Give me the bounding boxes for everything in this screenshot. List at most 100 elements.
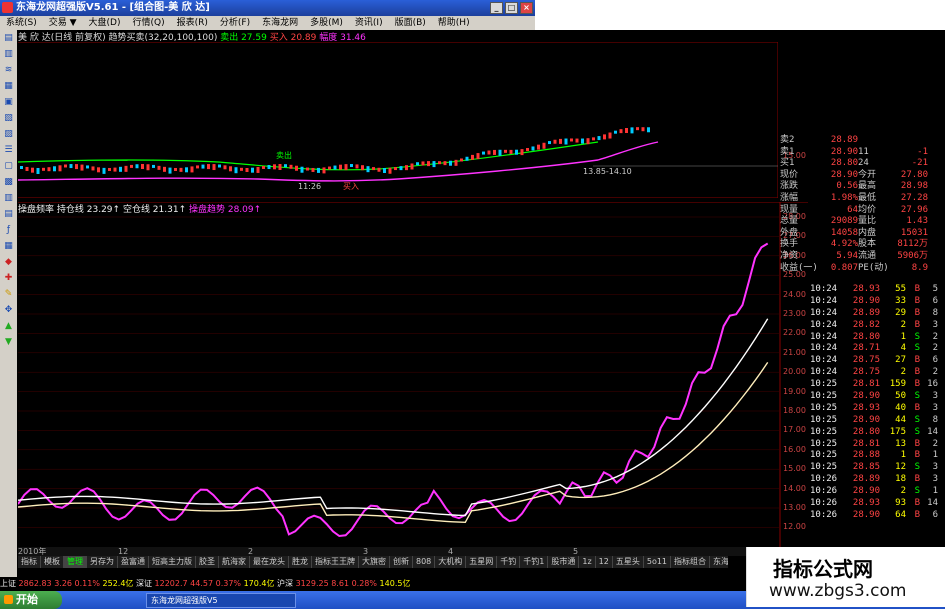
indicator-tab-21[interactable]: 五星头 bbox=[613, 556, 644, 568]
tick-cell: B bbox=[914, 284, 920, 294]
grid-icon[interactable]: ▦ bbox=[3, 80, 15, 92]
menu-item-1[interactable]: 交易 ▼ bbox=[43, 16, 83, 30]
tick-cell: 12 bbox=[895, 462, 906, 473]
indicator-tab-24[interactable]: 东海证券长枣二 bbox=[710, 556, 728, 568]
indicator-tab-9[interactable]: 胜龙 bbox=[289, 556, 312, 568]
hs-index-label: 沪深 bbox=[277, 579, 294, 588]
menu-item-9[interactable]: 版面(B) bbox=[389, 16, 432, 30]
tick-cell: 2 bbox=[932, 438, 938, 449]
indicator-tabs: 指标 模板 管理 另存为 盈富通 短高主力版 胶圣 航海家 最在龙头 胜龙 指标王王牌 大旗密 创新 80… bbox=[18, 556, 728, 568]
menu-item-2[interactable]: 大盘(D) bbox=[83, 16, 127, 30]
indicator-tab-20[interactable]: 12 bbox=[596, 556, 613, 568]
tick-cell: 16 bbox=[927, 379, 938, 390]
indicator-tab-15[interactable]: 五星网 bbox=[466, 556, 498, 568]
formula-icon[interactable]: ƒ bbox=[3, 224, 15, 236]
indicator-tab-2[interactable]: 管理 bbox=[64, 556, 87, 568]
calc-icon[interactable]: ▦ bbox=[3, 240, 15, 252]
maximize-button[interactable]: □ bbox=[505, 2, 518, 14]
price-axis-label: 22.00 bbox=[783, 328, 806, 338]
up-arrow-icon[interactable]: ▲ bbox=[3, 320, 15, 332]
trend-icon[interactable]: ≋ bbox=[3, 64, 15, 76]
list-icon[interactable]: ☰ bbox=[3, 144, 15, 156]
date-axis-label: 5 bbox=[573, 547, 579, 556]
quote-row: 现量 64 均价 27.96 bbox=[780, 205, 945, 217]
tick-cell: 28.89 bbox=[852, 474, 880, 485]
candle bbox=[58, 165, 62, 172]
kline-icon[interactable]: ▥ bbox=[3, 48, 15, 60]
indicator-tab-8[interactable]: 最在龙头 bbox=[250, 556, 289, 568]
menu-item-4[interactable]: 报表(R) bbox=[171, 16, 214, 30]
move-icon[interactable]: ✥ bbox=[3, 304, 15, 316]
indicator-tab-11[interactable]: 大旗密 bbox=[359, 556, 390, 568]
candle bbox=[377, 167, 381, 172]
menu-item-10[interactable]: 帮助(H) bbox=[432, 16, 476, 30]
tick-cell: 2 bbox=[932, 343, 938, 354]
chart-icon[interactable]: ▤ bbox=[3, 32, 15, 44]
menu-item-6[interactable]: 东海龙网 bbox=[256, 16, 304, 30]
app-logo-icon bbox=[2, 2, 13, 13]
tick-cell: 4 bbox=[900, 343, 906, 354]
indicator-tab-7[interactable]: 航海家 bbox=[219, 556, 250, 568]
indicator-tab-3[interactable]: 另存为 bbox=[87, 556, 118, 568]
indicator-tab-19[interactable]: 1z bbox=[579, 556, 596, 568]
menu-item-7[interactable]: 多股(M) bbox=[304, 16, 349, 30]
down-arrow-icon[interactable]: ▼ bbox=[3, 336, 15, 348]
indicator-tab-12[interactable]: 创新 bbox=[390, 556, 413, 568]
indicator-tab-5[interactable]: 短高主力版 bbox=[149, 556, 196, 568]
tick-cell: B bbox=[914, 295, 920, 306]
menu-item-3[interactable]: 行情(Q) bbox=[127, 16, 171, 30]
report-icon[interactable]: ▣ bbox=[3, 96, 15, 108]
tick-cell: S bbox=[914, 414, 920, 425]
tick-row: 10:24 28.89 29 B 8 bbox=[810, 308, 945, 320]
tick-cell: 44 bbox=[895, 414, 906, 425]
menu-item-5[interactable]: 分析(F) bbox=[214, 16, 256, 30]
pen-icon[interactable]: ✎ bbox=[3, 288, 15, 300]
indicator-tab-13[interactable]: 808 bbox=[413, 556, 436, 568]
tick-cell: 27 bbox=[895, 355, 906, 366]
tick-cell: 28.71 bbox=[852, 343, 880, 354]
trend-chart: 卖出 买入 11:26 13.85-14.10 bbox=[18, 42, 778, 198]
quote-cell bbox=[858, 135, 888, 147]
indicator-tab-6[interactable]: 胶圣 bbox=[196, 556, 219, 568]
indicator-tab-22[interactable]: 5o11 bbox=[644, 556, 672, 568]
indicator-tab-0[interactable]: 指标 bbox=[18, 556, 41, 568]
tick-cell: 28.90 bbox=[852, 295, 880, 306]
indicator-chart bbox=[18, 202, 808, 547]
indicator-tab-14[interactable]: 大机构 bbox=[435, 556, 467, 568]
stats-icon[interactable]: ▤ bbox=[3, 208, 15, 220]
minimize-button[interactable]: _ bbox=[490, 2, 503, 14]
indicator-tab-16[interactable]: 千钓 bbox=[497, 556, 521, 568]
candle bbox=[267, 165, 271, 170]
indicator-tab-4[interactable]: 盈富通 bbox=[118, 556, 149, 568]
tool-icon[interactable]: ✚ bbox=[3, 272, 15, 284]
window-icon[interactable]: ▢ bbox=[3, 160, 15, 172]
candle bbox=[449, 160, 452, 166]
menu-item-0[interactable]: 系统(S) bbox=[0, 16, 43, 30]
tick-cell: 2 bbox=[932, 331, 938, 342]
start-button[interactable]: 开始 bbox=[0, 591, 62, 609]
tick-row: 10:25 28.88 1 B 1 bbox=[810, 450, 945, 462]
tick-row: 10:24 28.71 4 S 2 bbox=[810, 343, 945, 355]
indicator-tab-23[interactable]: 指标组合 bbox=[671, 556, 711, 568]
info-icon[interactable]: ▨ bbox=[3, 128, 15, 140]
indicator-tab-1[interactable]: 模板 bbox=[41, 556, 64, 568]
menu-item-8[interactable]: 资讯(I) bbox=[349, 16, 389, 30]
indicator-tab-17[interactable]: 千钓1 bbox=[520, 556, 549, 568]
tick-cell: B bbox=[914, 498, 920, 509]
tick-cell: 28.75 bbox=[852, 355, 880, 366]
alert-icon[interactable]: ◆ bbox=[3, 256, 15, 268]
taskbar-app-item[interactable]: 东海龙网超强版V5 bbox=[146, 592, 296, 608]
tick-cell: 10:24 bbox=[810, 343, 838, 354]
table-icon[interactable]: ▩ bbox=[3, 176, 15, 188]
quote-cell: 均价 bbox=[858, 204, 877, 215]
hs-index-change: 8.61 bbox=[331, 579, 350, 588]
quote-cell: 卖2 bbox=[780, 135, 795, 145]
indicator-tab-18[interactable]: 股市通 bbox=[548, 556, 580, 568]
indicator-tab-10[interactable]: 指标王王牌 bbox=[312, 556, 359, 568]
candle bbox=[317, 167, 320, 173]
close-button[interactable]: × bbox=[520, 2, 533, 14]
bars-icon[interactable]: ▥ bbox=[3, 192, 15, 204]
tick-cell: 10:25 bbox=[810, 462, 838, 473]
range-marker: 13.85-14.10 bbox=[583, 167, 632, 176]
news-icon[interactable]: ▧ bbox=[3, 112, 15, 124]
